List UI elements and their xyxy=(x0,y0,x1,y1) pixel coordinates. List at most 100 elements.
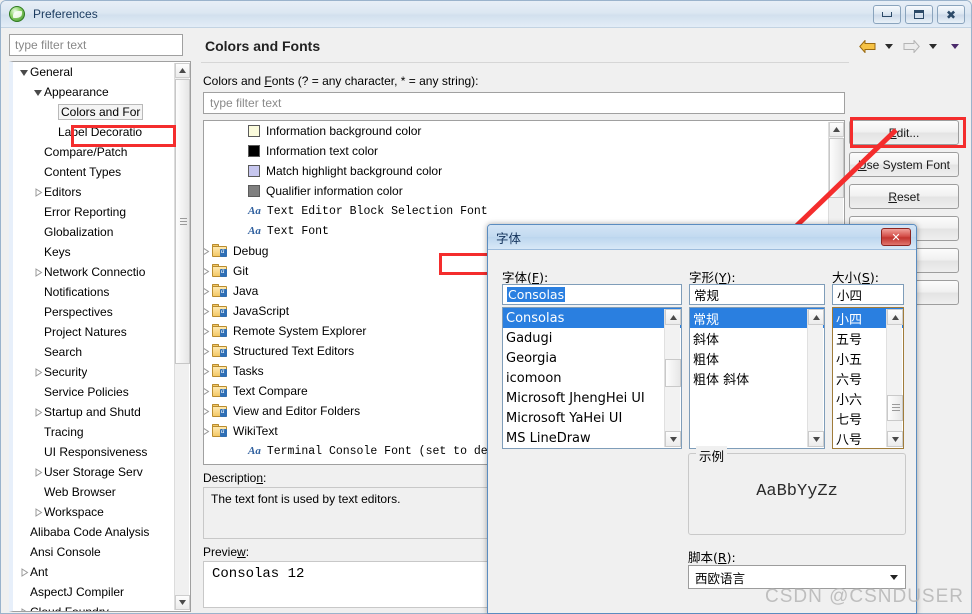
font-family-scroll-up-icon[interactable] xyxy=(665,309,681,325)
sidebar-item-content-types[interactable]: Content Types xyxy=(13,162,190,182)
script-combobox[interactable]: 西欧语言 xyxy=(688,565,906,589)
sidebar-item-cloud-foundry[interactable]: Cloud Foundry xyxy=(13,602,190,611)
tree-scroll-thumb[interactable] xyxy=(175,79,190,364)
twisty-right-icon[interactable] xyxy=(204,387,212,396)
colors-fonts-list-item[interactable]: Information background color xyxy=(204,121,844,141)
twisty-right-icon[interactable] xyxy=(204,347,212,356)
twisty-right-icon[interactable] xyxy=(204,367,212,376)
colors-fonts-list-item[interactable]: Match highlight background color xyxy=(204,161,844,181)
sidebar-item-notifications[interactable]: Notifications xyxy=(13,282,190,302)
font-option[interactable]: Microsoft JhengHei UI xyxy=(503,388,681,408)
twisty-right-icon[interactable] xyxy=(204,307,212,316)
font-size-scrollbar[interactable] xyxy=(886,309,903,447)
sidebar-item-appearance[interactable]: Appearance xyxy=(13,82,190,102)
twisty-right-icon[interactable] xyxy=(204,287,212,296)
font-style-scroll-down-icon[interactable] xyxy=(808,431,824,447)
font-style-input[interactable]: 常规 xyxy=(689,284,825,305)
back-arrow-icon[interactable] xyxy=(857,36,877,56)
font-style-list[interactable]: 常规 斜体 粗体 粗体 斜体 xyxy=(689,307,825,449)
sidebar-item-tracing[interactable]: Tracing xyxy=(13,422,190,442)
style-option[interactable]: 斜体 xyxy=(690,328,824,348)
sidebar-item-aspectj-compiler[interactable]: AspectJ Compiler xyxy=(13,582,190,602)
twisty-right-icon[interactable] xyxy=(19,607,30,611)
sidebar-item-startup-and-shutd[interactable]: Startup and Shutd xyxy=(13,402,190,422)
font-size-input[interactable]: 小四 xyxy=(832,284,904,305)
twisty-right-icon[interactable] xyxy=(204,407,212,416)
tree-scroll-down-icon[interactable] xyxy=(175,595,190,610)
sidebar-item-security[interactable]: Security xyxy=(13,362,190,382)
font-size-list[interactable]: 小四 五号 小五 六号 小六 七号 八号 xyxy=(832,307,904,449)
button-use-system-font[interactable]: Use System Font xyxy=(849,152,959,177)
font-option[interactable]: Georgia xyxy=(503,348,681,368)
sidebar-item-network-connectio[interactable]: Network Connectio xyxy=(13,262,190,282)
style-option[interactable]: 粗体 xyxy=(690,348,824,368)
sidebar-item-label-decoratio[interactable]: Label Decoratio xyxy=(13,122,190,142)
colors-fonts-list-item[interactable]: Information text color xyxy=(204,141,844,161)
sidebar-item-alibaba-code-analysis[interactable]: Alibaba Code Analysis xyxy=(13,522,190,542)
sidebar-item-workspace[interactable]: Workspace xyxy=(13,502,190,522)
twisty-right-icon[interactable] xyxy=(19,567,30,577)
sidebar-item-colors-and-for[interactable]: Colors and For xyxy=(13,102,190,122)
font-family-list[interactable]: Consolas Gadugi Georgia icomoon Microsoft Jh… xyxy=(502,307,682,449)
sidebar-item-ui-responsiveness[interactable]: UI Responsiveness xyxy=(13,442,190,462)
colors-fonts-list-item[interactable]: Aa Text Editor Block Selection Font xyxy=(204,201,844,221)
font-option[interactable]: icomoon xyxy=(503,368,681,388)
style-option[interactable]: 常规 xyxy=(690,308,824,328)
twisty-right-icon[interactable] xyxy=(33,467,44,477)
sidebar-item-editors[interactable]: Editors xyxy=(13,182,190,202)
colors-fonts-filter-input[interactable]: type filter text xyxy=(203,92,845,114)
twisty-right-icon[interactable] xyxy=(33,267,44,277)
button-edit[interactable]: Edit... xyxy=(849,120,959,145)
font-family-scroll-thumb[interactable] xyxy=(665,359,681,387)
font-option[interactable]: Microsoft YaHei UI xyxy=(503,408,681,428)
font-size-scroll-up-icon[interactable] xyxy=(887,309,903,325)
twisty-right-icon[interactable] xyxy=(204,327,212,336)
sidebar-item-error-reporting[interactable]: Error Reporting xyxy=(13,202,190,222)
twisty-right-icon[interactable] xyxy=(33,187,44,197)
font-option[interactable]: Gadugi xyxy=(503,328,681,348)
font-family-input[interactable]: Consolas xyxy=(502,284,682,305)
sidebar-item-general[interactable]: General xyxy=(13,62,190,82)
font-style-scrollbar[interactable] xyxy=(807,309,824,447)
forward-dropdown-icon[interactable] xyxy=(923,36,943,56)
overflow-dropdown-icon[interactable] xyxy=(945,36,965,56)
sidebar-item-ansi-console[interactable]: Ansi Console xyxy=(13,542,190,562)
twisty-right-icon[interactable] xyxy=(204,427,212,436)
twisty-down-icon[interactable] xyxy=(19,68,30,77)
twisty-right-icon[interactable] xyxy=(204,247,212,256)
twisty-down-icon[interactable] xyxy=(33,88,44,97)
sidebar-item-user-storage-serv[interactable]: User Storage Serv xyxy=(13,462,190,482)
sidebar-item-project-natures[interactable]: Project Natures xyxy=(13,322,190,342)
twisty-right-icon[interactable] xyxy=(204,267,212,276)
font-style-scroll-up-icon[interactable] xyxy=(808,309,824,325)
twisty-right-icon[interactable] xyxy=(33,507,44,517)
sidebar-item-service-policies[interactable]: Service Policies xyxy=(13,382,190,402)
sidebar-item-compare-patch[interactable]: Compare/Patch xyxy=(13,142,190,162)
close-button[interactable]: ✖ xyxy=(937,5,965,24)
font-family-scroll-down-icon[interactable] xyxy=(665,431,681,447)
sidebar-item-ant[interactable]: Ant xyxy=(13,562,190,582)
list-scroll-thumb[interactable] xyxy=(829,138,844,198)
maximize-button[interactable] xyxy=(905,5,933,24)
font-family-scrollbar[interactable] xyxy=(664,309,681,447)
sidebar-item-globalization[interactable]: Globalization xyxy=(13,222,190,242)
minimize-button[interactable] xyxy=(873,5,901,24)
font-option[interactable]: MS LineDraw xyxy=(503,428,681,448)
button-reset[interactable]: Reset xyxy=(849,184,959,209)
twisty-right-icon[interactable] xyxy=(33,407,44,417)
sidebar-item-search[interactable]: Search xyxy=(13,342,190,362)
sidebar-filter-input[interactable]: type filter text xyxy=(9,34,183,56)
twisty-right-icon[interactable] xyxy=(33,367,44,377)
list-scroll-up-icon[interactable] xyxy=(829,122,844,137)
sidebar-item-keys[interactable]: Keys xyxy=(13,242,190,262)
sidebar-item-web-browser[interactable]: Web Browser xyxy=(13,482,190,502)
font-option[interactable]: Consolas xyxy=(503,308,681,328)
colors-fonts-list-item[interactable]: Qualifier information color xyxy=(204,181,844,201)
style-option[interactable]: 粗体 斜体 xyxy=(690,368,824,388)
tree-scroll-up-icon[interactable] xyxy=(175,63,190,78)
sidebar-item-perspectives[interactable]: Perspectives xyxy=(13,302,190,322)
font-size-scroll-thumb[interactable] xyxy=(887,395,903,421)
font-dialog-close-button[interactable]: ✕ xyxy=(881,228,911,246)
tree-scrollbar[interactable] xyxy=(174,63,190,610)
font-size-scroll-down-icon[interactable] xyxy=(887,431,903,447)
